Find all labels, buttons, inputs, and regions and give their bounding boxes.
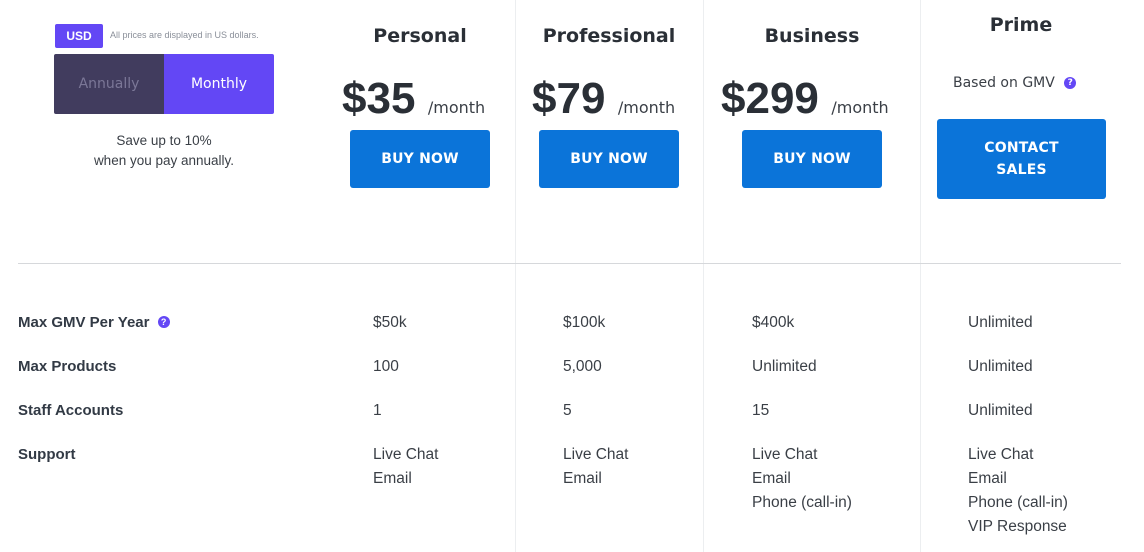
- price-period: /month: [617, 98, 676, 117]
- table-cell: 1: [373, 402, 382, 419]
- price-period: /month: [831, 98, 889, 117]
- support-cell-prime: Live Chat Email Phone (call-in) VIP Resp…: [968, 443, 1068, 539]
- table-cell: 100: [373, 358, 399, 375]
- feature-label-max-gmv: Max GMV Per Year ?: [18, 314, 170, 331]
- feature-label-text: Max GMV Per Year: [18, 314, 150, 331]
- contact-sales-button[interactable]: CONTACT SALES: [937, 119, 1106, 199]
- save-note: Save up to 10% when you pay annually.: [54, 131, 274, 171]
- plan-price-business: $299 /month: [721, 74, 889, 124]
- buy-now-button-business[interactable]: BUY NOW: [742, 130, 882, 188]
- table-cell: Unlimited: [752, 358, 817, 375]
- support-item: Phone (call-in): [752, 494, 852, 511]
- table-cell: 5,000: [563, 358, 602, 375]
- support-item: VIP Response: [968, 518, 1067, 535]
- cta-line1: CONTACT: [984, 140, 1059, 156]
- plan-price-professional: $79 /month: [532, 74, 675, 124]
- buy-now-button-professional[interactable]: BUY NOW: [539, 130, 679, 188]
- help-icon[interactable]: ?: [1064, 77, 1077, 89]
- table-cell: Unlimited: [968, 314, 1033, 331]
- cta-line2: SALES: [996, 162, 1047, 178]
- support-item: Live Chat: [373, 446, 439, 463]
- table-cell: Unlimited: [968, 358, 1033, 375]
- support-item: Email: [752, 470, 791, 487]
- billing-toggle: Annually Monthly: [54, 54, 274, 114]
- billing-option-annually[interactable]: Annually: [54, 54, 164, 114]
- price-amount: $35: [342, 74, 416, 123]
- table-cell: 15: [752, 402, 770, 419]
- support-item: Live Chat: [968, 446, 1034, 463]
- column-divider: [920, 0, 921, 552]
- table-cell: Unlimited: [968, 402, 1033, 419]
- support-item: Email: [563, 470, 602, 487]
- prime-pricing-note: Based on GMV ?: [953, 75, 1077, 91]
- support-cell-business: Live Chat Email Phone (call-in): [752, 443, 852, 515]
- price-amount: $79: [532, 74, 606, 123]
- column-divider: [515, 0, 516, 552]
- pricing-note-text: Based on GMV: [953, 75, 1055, 91]
- plan-name-professional: Professional: [542, 25, 676, 47]
- header-divider: [18, 263, 1121, 264]
- billing-option-monthly[interactable]: Monthly: [164, 54, 274, 114]
- table-cell: $400k: [752, 314, 795, 331]
- feature-label-support: Support: [18, 446, 76, 463]
- table-cell: 5: [563, 402, 572, 419]
- table-cell: $100k: [563, 314, 606, 331]
- price-period: /month: [427, 98, 486, 117]
- buy-now-button-personal[interactable]: BUY NOW: [350, 130, 490, 188]
- plan-name-business: Business: [764, 25, 860, 47]
- support-item: Live Chat: [752, 446, 818, 463]
- price-amount: $299: [721, 74, 819, 123]
- save-note-line1: Save up to 10%: [116, 133, 212, 148]
- feature-label-max-products: Max Products: [18, 358, 117, 375]
- support-item: Email: [373, 470, 412, 487]
- help-icon[interactable]: ?: [157, 316, 170, 328]
- table-cell: $50k: [373, 314, 407, 331]
- support-item: Live Chat: [563, 446, 629, 463]
- column-divider: [703, 0, 704, 552]
- plan-name-personal: Personal: [373, 25, 467, 47]
- support-item: Phone (call-in): [968, 494, 1068, 511]
- support-cell-professional: Live Chat Email: [563, 443, 628, 491]
- plan-name-prime: Prime: [989, 14, 1053, 36]
- currency-note: All prices are displayed in US dollars.: [110, 30, 259, 40]
- support-item: Email: [968, 470, 1007, 487]
- plan-price-personal: $35 /month: [342, 74, 485, 124]
- feature-label-staff-accounts: Staff Accounts: [18, 402, 124, 419]
- currency-selector[interactable]: USD: [55, 24, 103, 48]
- save-note-line2: when you pay annually.: [93, 153, 235, 168]
- support-cell-personal: Live Chat Email: [373, 443, 438, 491]
